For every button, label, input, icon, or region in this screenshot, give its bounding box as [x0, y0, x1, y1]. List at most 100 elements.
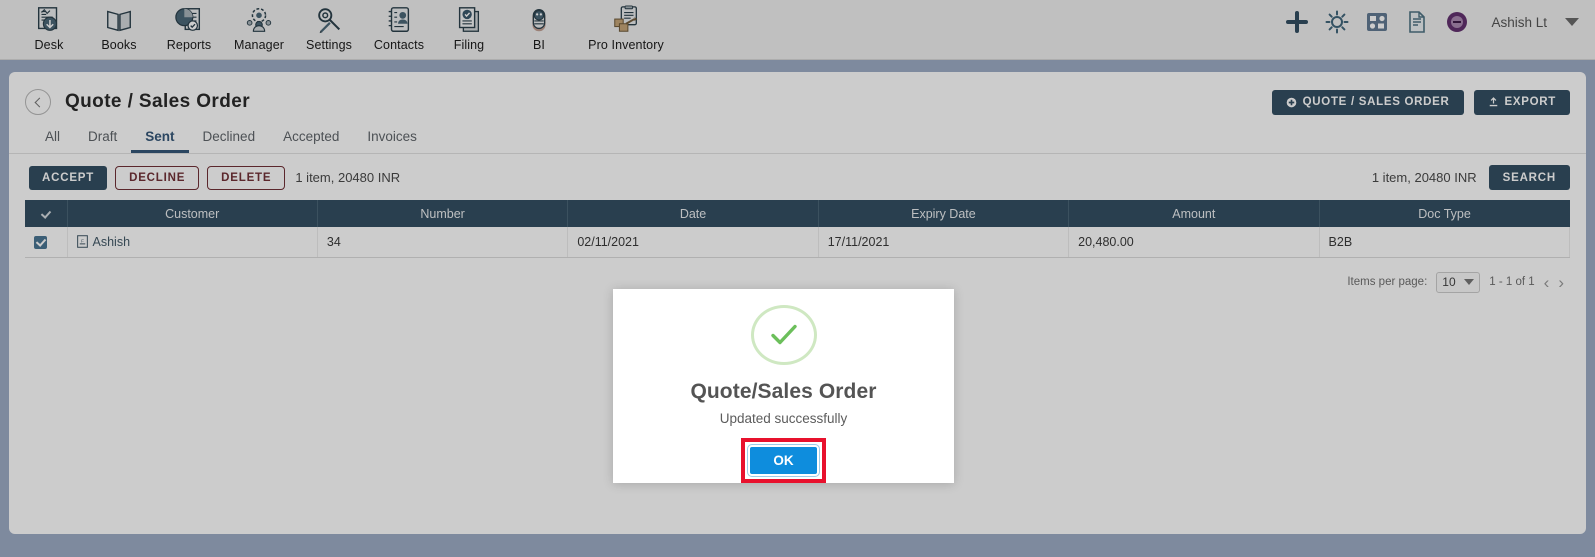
selection-summary-left: 1 item, 20480 INR — [295, 170, 401, 185]
cell-date: 02/11/2021 — [567, 227, 819, 258]
document-file-icon: F — [76, 235, 88, 249]
table-container: Customer Number Date Expiry Date Amount … — [9, 200, 1586, 258]
quotes-table: Customer Number Date Expiry Date Amount … — [25, 200, 1571, 258]
nav-item-desk[interactable]: Desk — [14, 0, 84, 52]
export-button[interactable]: EXPORT — [1473, 89, 1570, 115]
document-icon[interactable] — [1405, 10, 1429, 34]
success-dialog: Quote/Sales Order Updated successfully O… — [613, 289, 954, 483]
nav-item-bi[interactable]: BI — [504, 0, 574, 52]
accept-button[interactable]: ACCEPT — [29, 165, 108, 190]
table-header: Customer Number Date Expiry Date Amount … — [25, 200, 1570, 227]
tab-draft[interactable]: Draft — [74, 129, 131, 153]
user-name[interactable]: Ashish Lt — [1491, 15, 1547, 30]
column-header-amount[interactable]: Amount — [1068, 200, 1320, 227]
ok-button-highlight: OK — [741, 438, 826, 483]
ok-button[interactable]: OK — [748, 445, 819, 476]
pro-inventory-icon — [614, 5, 638, 32]
bulk-action-bar-right: 1 item, 20480 INR SEARCH — [1362, 165, 1570, 190]
gear-icon[interactable] — [1325, 10, 1349, 34]
success-icon-circle — [750, 305, 817, 365]
page-header: Quote / Sales Order QUOTE / SALES ORDER … — [9, 72, 1586, 118]
nav-label: Settings — [306, 38, 352, 52]
nav-label: BI — [532, 38, 545, 52]
export-upload-icon — [1489, 96, 1497, 106]
support-badge-icon[interactable] — [1445, 10, 1469, 34]
items-per-page-select[interactable]: 10 — [1436, 271, 1481, 293]
cell-customer[interactable]: F Ashish — [67, 227, 318, 258]
pagination: Items per page: 10 1 - 1 of 1 ‹ › — [9, 258, 1586, 293]
column-header-doc-type[interactable]: Doc Type — [1319, 200, 1570, 227]
books-icon — [107, 10, 131, 32]
dialog-message: Updated successfully — [719, 411, 848, 426]
app-root: Desk Books Reports Manager Settings Cont… — [0, 0, 1595, 557]
success-check-icon — [770, 324, 797, 345]
delete-button[interactable]: DELETE — [207, 165, 286, 190]
svg-text:F: F — [81, 239, 84, 244]
search-button[interactable]: SEARCH — [1488, 165, 1570, 190]
plus-circle-icon — [1286, 97, 1296, 107]
top-navigation-bar: Desk Books Reports Manager Settings Cont… — [0, 0, 1595, 60]
cell-amount: 20,480.00 — [1068, 227, 1320, 258]
select-all-checkbox[interactable] — [39, 208, 52, 221]
column-header-expiry-date[interactable]: Expiry Date — [818, 200, 1070, 227]
nav-label: Contacts — [373, 38, 425, 52]
header-actions: QUOTE / SALES ORDER EXPORT — [1271, 89, 1570, 115]
filing-icon — [458, 7, 480, 32]
main-nav-items: Desk Books Reports Manager Settings Cont… — [0, 0, 678, 52]
items-per-page-label: Items per page: — [1347, 276, 1428, 288]
selection-summary-right: 1 item, 20480 INR — [1371, 170, 1477, 185]
nav-item-reports[interactable]: Reports — [154, 0, 224, 52]
nav-item-contacts[interactable]: Contacts — [364, 0, 434, 52]
row-select-cell[interactable] — [25, 227, 68, 258]
reports-icon — [175, 8, 201, 31]
settings-icon — [318, 8, 341, 34]
cell-number: 34 — [317, 227, 569, 258]
manager-icon — [246, 8, 272, 32]
tab-declined[interactable]: Declined — [189, 129, 270, 153]
dialog-title: Quote/Sales Order — [690, 380, 877, 403]
decline-button[interactable]: DECLINE — [115, 165, 200, 190]
table-body: F Ashish 34 02/11/2021 17/11/2021 20,480… — [25, 227, 1571, 258]
column-header-number[interactable]: Number — [317, 200, 569, 227]
nav-item-filing[interactable]: Filing — [434, 0, 504, 52]
nav-item-manager[interactable]: Manager — [224, 0, 294, 52]
table-row[interactable]: F Ashish 34 02/11/2021 17/11/2021 20,480… — [25, 227, 1571, 258]
tab-all[interactable]: All — [31, 129, 74, 153]
tab-sent[interactable]: Sent — [131, 129, 188, 153]
select-all-header[interactable] — [25, 200, 68, 227]
tab-accepted[interactable]: Accepted — [269, 129, 353, 153]
chevron-down-icon — [1464, 279, 1475, 285]
new-quote-sales-order-button[interactable]: QUOTE / SALES ORDER — [1271, 89, 1464, 115]
nav-item-books[interactable]: Books — [84, 0, 154, 52]
cell-expiry-date: 17/11/2021 — [818, 227, 1070, 258]
column-header-date[interactable]: Date — [567, 200, 819, 227]
top-right-toolbar: Ashish Lt — [1285, 0, 1595, 44]
cell-doc-type: B2B — [1319, 227, 1571, 258]
nav-label: Desk — [34, 38, 64, 52]
bulk-action-bar: ACCEPT DECLINE DELETE 1 item, 20480 INR … — [9, 154, 1586, 200]
previous-page-button[interactable]: ‹ — [1544, 274, 1550, 291]
column-header-customer[interactable]: Customer — [67, 200, 318, 227]
export-label: EXPORT — [1504, 96, 1556, 108]
tab-invoices[interactable]: Invoices — [353, 129, 431, 153]
nav-label: Filing — [453, 38, 485, 52]
status-tabs: All Draft Sent Declined Accepted Invoice… — [9, 118, 1586, 154]
apps-grid-icon[interactable] — [1365, 10, 1389, 34]
new-quote-sales-order-label: QUOTE / SALES ORDER — [1302, 96, 1450, 108]
back-button[interactable] — [25, 89, 51, 115]
nav-item-settings[interactable]: Settings — [294, 0, 364, 52]
table-header-row: Customer Number Date Expiry Date Amount … — [25, 200, 1570, 227]
plus-icon[interactable] — [1285, 10, 1309, 34]
nav-item-pro-inventory[interactable]: Pro Inventory — [574, 0, 678, 52]
bi-icon — [532, 9, 546, 32]
page-title: Quote / Sales Order — [65, 91, 250, 112]
next-page-button[interactable]: › — [1558, 274, 1564, 291]
row-checkbox[interactable] — [34, 235, 47, 249]
customer-name: Ashish — [92, 234, 131, 249]
nav-label: Reports — [166, 38, 212, 52]
chevron-left-icon — [34, 97, 45, 107]
nav-label: Pro Inventory — [588, 38, 664, 52]
nav-label: Books — [101, 38, 137, 52]
desk-icon — [37, 7, 58, 31]
chevron-down-icon[interactable] — [1565, 18, 1579, 26]
